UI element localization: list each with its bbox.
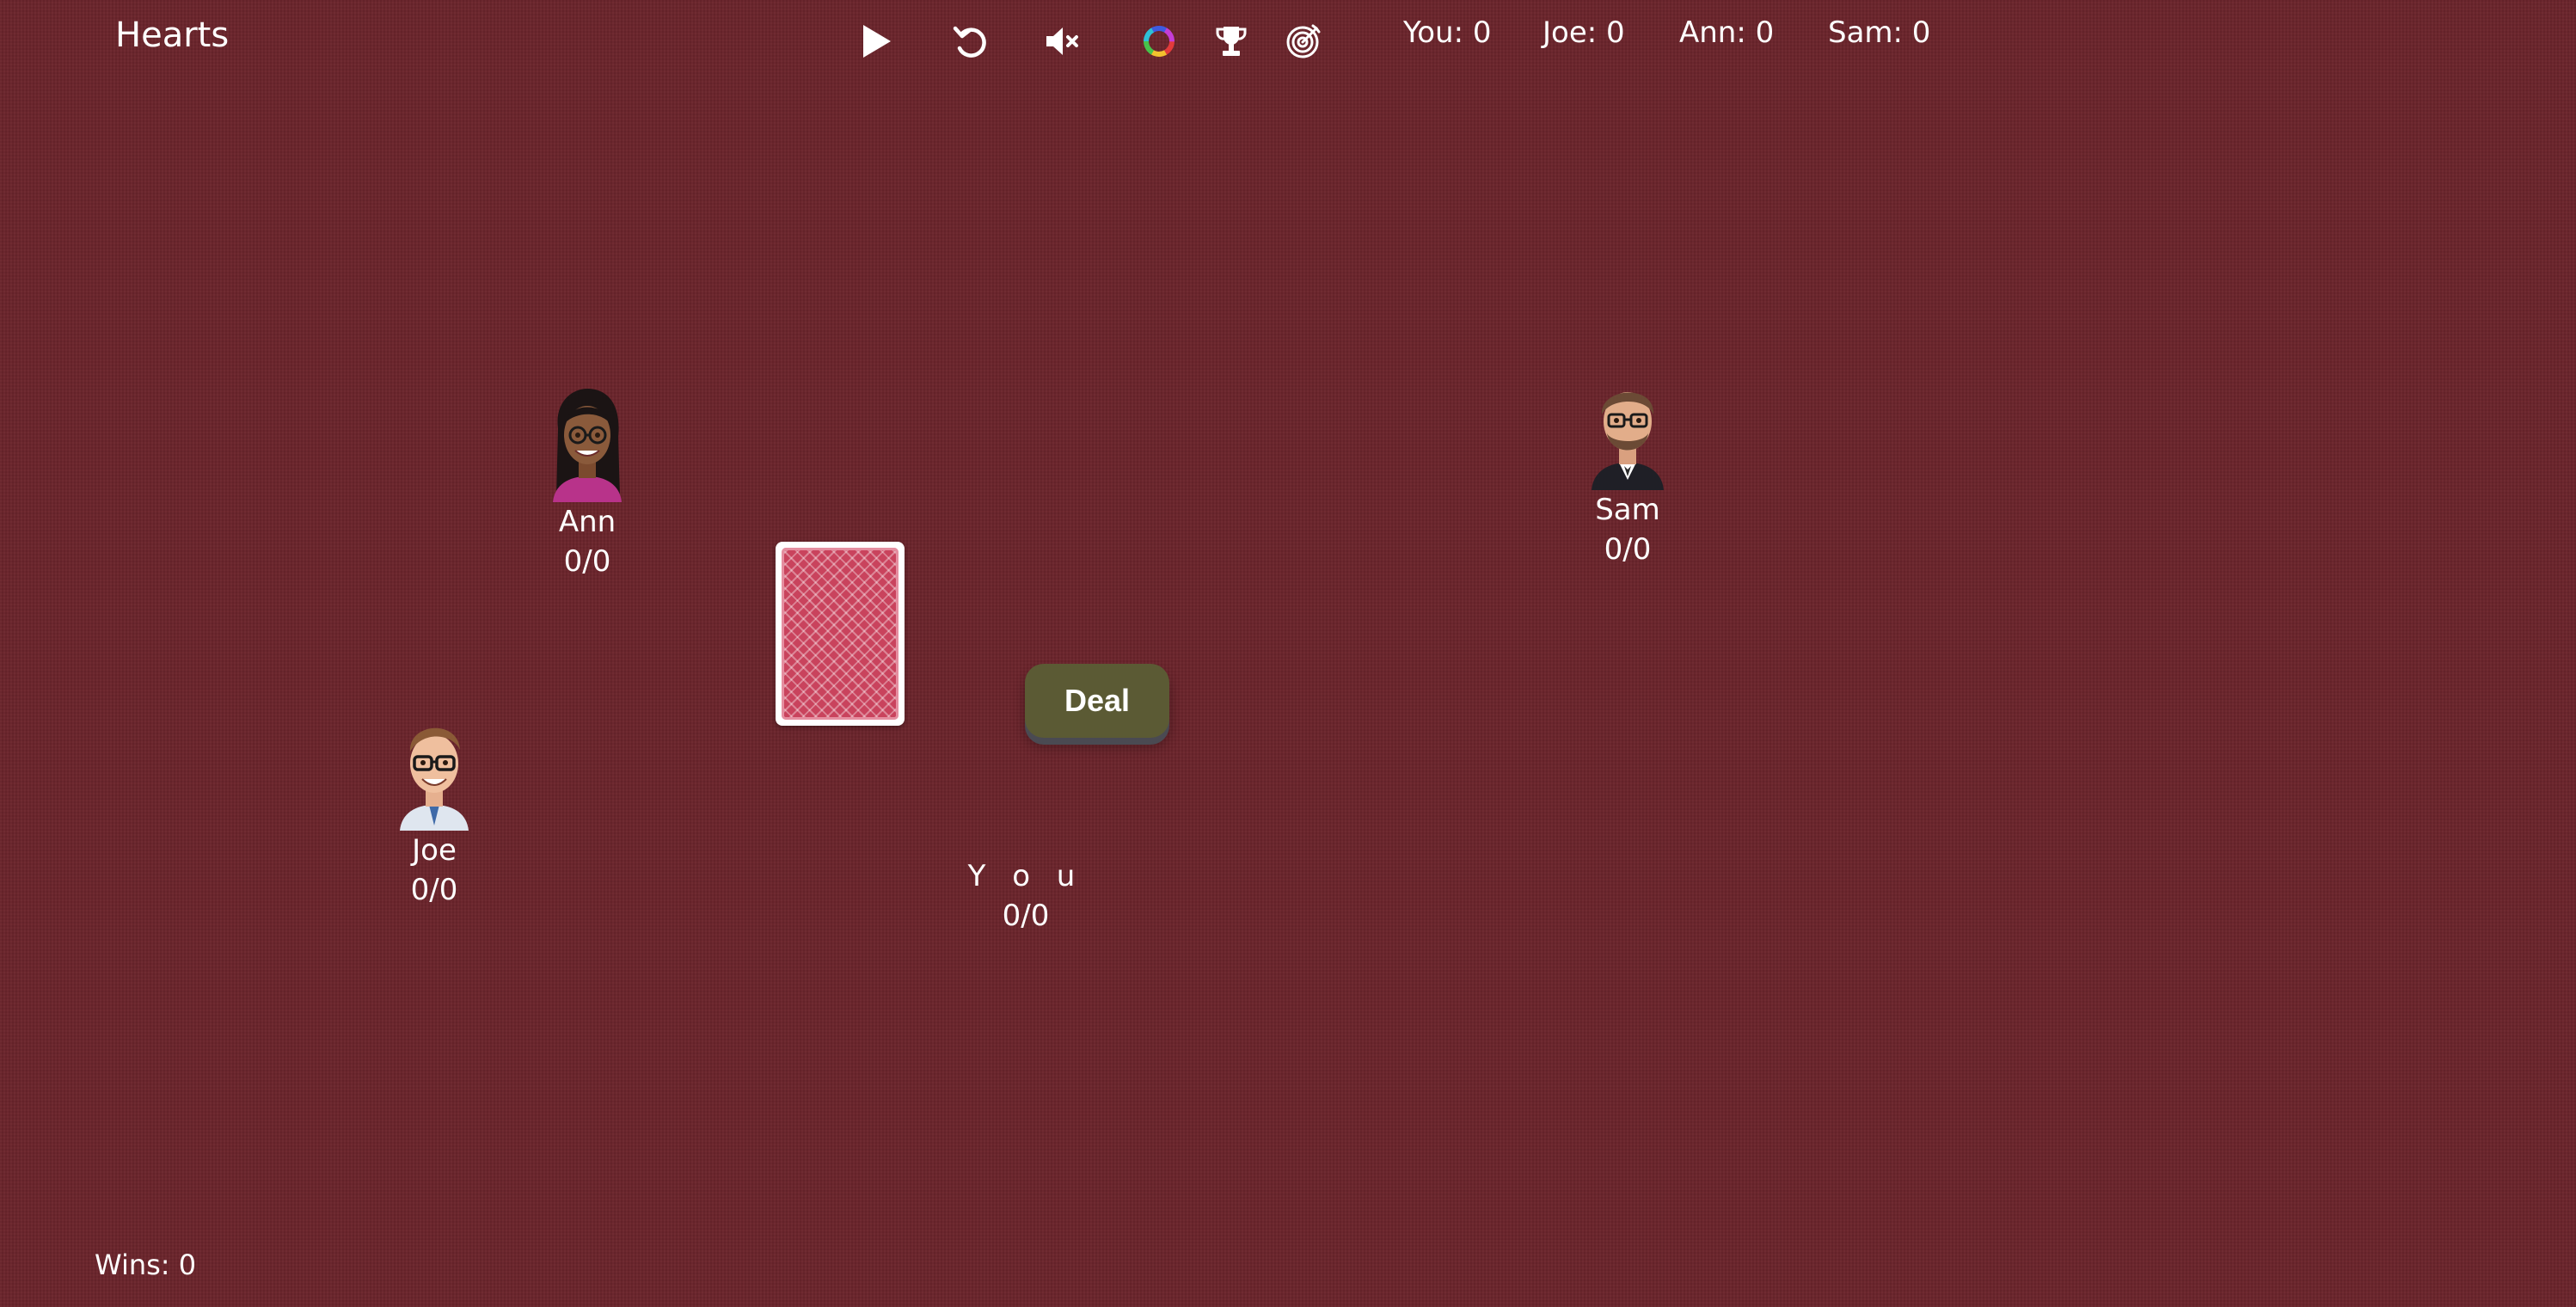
theme-button[interactable]	[1128, 10, 1190, 72]
target-icon	[1286, 24, 1321, 58]
player-tricks: 0/0	[410, 873, 458, 907]
player-name-you: Y o u	[967, 859, 1084, 893]
player-tricks: 0/0	[563, 544, 611, 579]
app-title: Hearts	[115, 15, 230, 55]
player-name: Ann	[558, 505, 616, 539]
card-deck[interactable]	[776, 542, 905, 726]
player-name: Joe	[412, 833, 457, 868]
score-joe: Joe: 0	[1543, 15, 1625, 50]
play-icon	[863, 25, 891, 58]
undo-icon	[953, 26, 986, 58]
avatar-sam	[1586, 373, 1669, 490]
card-back	[782, 548, 899, 720]
sound-toggle-button[interactable]	[1030, 10, 1092, 72]
player-sam: Sam 0/0	[1542, 373, 1714, 569]
play-button[interactable]	[845, 10, 907, 72]
undo-button[interactable]	[940, 10, 1002, 72]
color-ring-icon	[1144, 25, 1175, 57]
trophy-button[interactable]	[1200, 10, 1262, 72]
trophy-icon	[1216, 27, 1247, 56]
avatar-ann	[546, 385, 629, 502]
player-ann: Ann 0/0	[501, 385, 673, 581]
score-ann: Ann: 0	[1679, 15, 1775, 50]
player-name: Sam	[1595, 493, 1660, 527]
score-you: You: 0	[1403, 15, 1492, 50]
player-tricks-you: 0/0	[1002, 899, 1050, 933]
wins-counter: Wins: 0	[95, 1249, 197, 1281]
player-joe: Joe 0/0	[348, 714, 520, 910]
score-sam: Sam: 0	[1828, 15, 1931, 50]
mute-icon	[1046, 28, 1078, 55]
goals-button[interactable]	[1273, 10, 1334, 72]
avatar-joe	[393, 714, 475, 831]
deal-button[interactable]: Deal	[1025, 664, 1169, 738]
player-tricks: 0/0	[1604, 532, 1652, 567]
